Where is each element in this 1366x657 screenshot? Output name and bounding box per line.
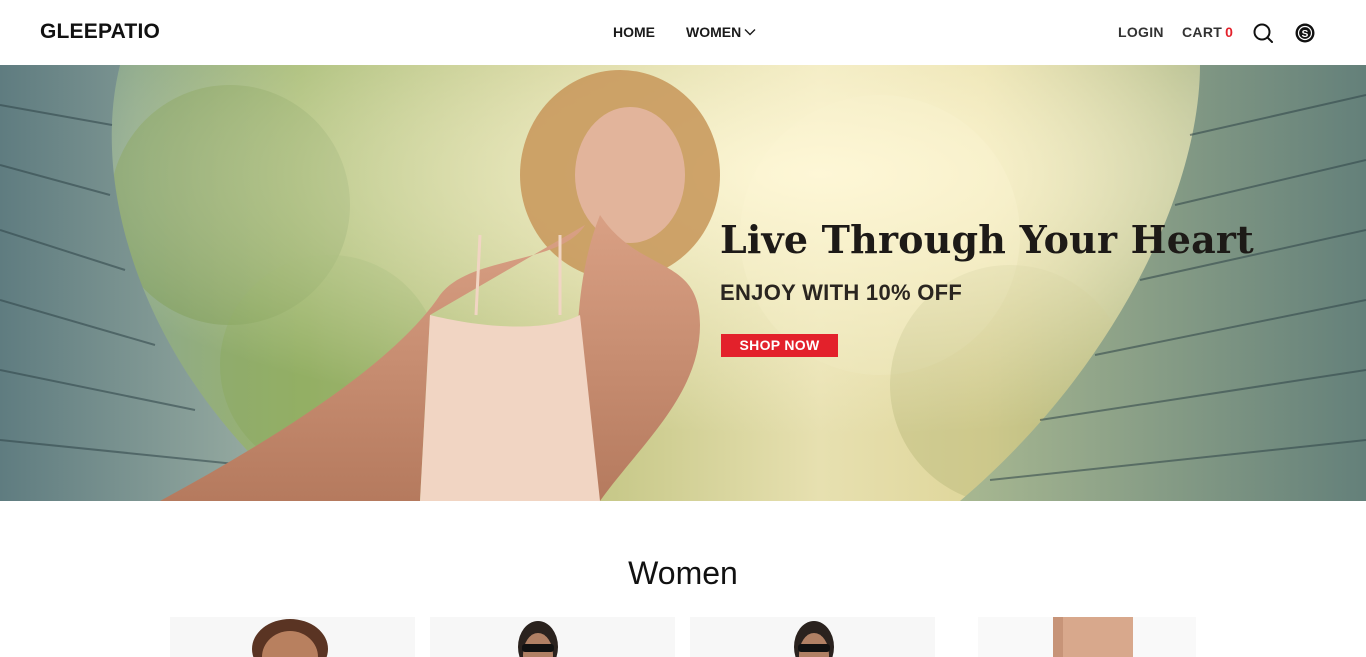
product-card[interactable] [170,617,415,657]
product-card[interactable] [430,617,675,657]
site-header: GLEEPATIO HOME WOMEN LOGIN CART 0 S [0,0,1366,65]
currency-icon[interactable]: S [1294,22,1316,44]
svg-text:S: S [1302,29,1309,40]
nav-home-label: HOME [613,24,655,40]
product-card[interactable] [978,617,1196,657]
search-icon[interactable] [1252,22,1274,44]
cart-count: 0 [1225,24,1234,40]
product-grid [0,617,1366,657]
section-title: Women [628,555,738,591]
product-image [690,617,935,657]
product-image [430,617,675,657]
cart-label: CART [1182,24,1223,40]
hero-title: Live Through Your Heart [720,217,1254,262]
product-image [170,617,415,657]
nav-women[interactable]: WOMEN [686,24,756,40]
shop-now-button[interactable]: SHOP NOW [721,334,838,357]
hero-subtitle: ENJOY WITH 10% OFF [720,280,963,305]
nav-home[interactable]: HOME [613,24,655,40]
hero-image [0,65,1366,501]
chevron-down-icon [744,29,756,36]
product-image [978,617,1196,657]
site-logo[interactable]: GLEEPATIO [40,20,160,44]
login-link[interactable]: LOGIN [1118,24,1164,40]
nav-women-label: WOMEN [686,24,742,40]
cart-link[interactable]: CART 0 [1182,24,1233,40]
product-card[interactable] [690,617,935,657]
hero-banner: Live Through Your Heart ENJOY WITH 10% O… [0,65,1366,501]
